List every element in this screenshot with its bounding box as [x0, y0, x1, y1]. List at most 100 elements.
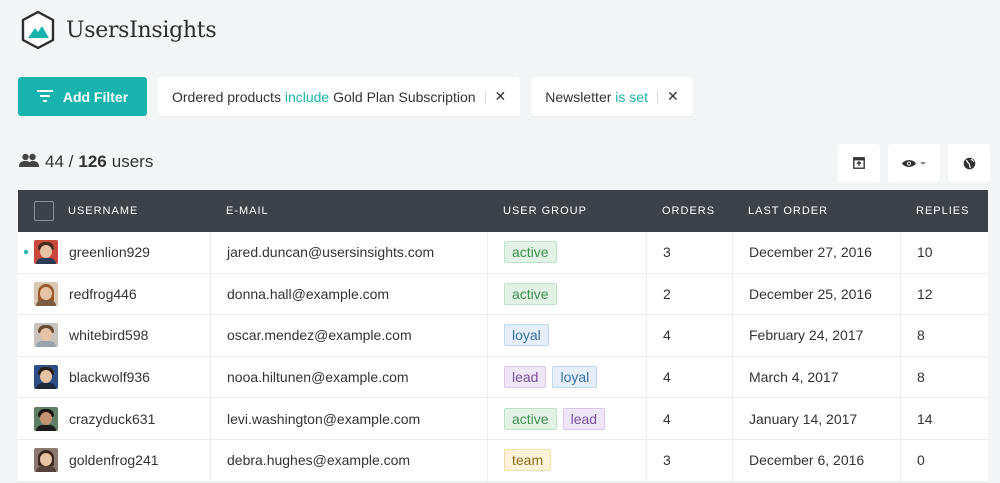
cell-replies: 12 [900, 273, 988, 315]
column-last-order[interactable]: LAST ORDER [732, 190, 900, 232]
email-text: debra.hughes@example.com [227, 452, 411, 469]
map-button[interactable] [948, 144, 990, 182]
filter-operator: include [284, 88, 330, 105]
filter-field: Ordered products [172, 88, 281, 105]
add-filter-button[interactable]: Add Filter [18, 77, 147, 116]
filter-chip-newsletter[interactable]: Newsletter is set ✕ [531, 77, 693, 116]
username-link[interactable]: redfrog446 [69, 286, 137, 302]
column-label: REPLIES [916, 205, 970, 217]
replies-text: 8 [917, 327, 925, 344]
cell-user-group: active [487, 273, 646, 315]
visibility-button[interactable] [888, 144, 940, 182]
export-button[interactable] [838, 144, 880, 182]
cell-user-group: active [487, 232, 646, 273]
cell-username: greenlion929 [18, 232, 210, 273]
group-tag: active [504, 407, 557, 430]
avatar [34, 365, 58, 390]
chip-divider [656, 89, 658, 104]
orders-text: 4 [663, 327, 671, 344]
cell-orders: 2 [646, 273, 732, 315]
orders-text: 4 [663, 369, 671, 386]
avatar [34, 406, 58, 431]
cell-last-order: February 24, 2017 [732, 315, 900, 356]
users-icon [19, 152, 39, 172]
column-label: E-MAIL [226, 205, 269, 217]
cell-username: whitebird598 [18, 315, 210, 356]
table-row[interactable]: blackwolf936 nooa.hiltunen@example.com l… [18, 356, 988, 399]
last-order-text: December 6, 2016 [749, 452, 865, 469]
add-filter-label: Add Filter [62, 88, 129, 105]
cell-replies: 0 [900, 439, 988, 481]
cell-orders: 4 [646, 315, 732, 356]
column-label: USER GROUP [503, 205, 587, 217]
close-icon[interactable]: ✕ [667, 88, 679, 105]
column-replies[interactable]: REPLIES [900, 190, 988, 232]
orders-text: 2 [663, 285, 671, 302]
export-icon [853, 157, 865, 169]
app-logo[interactable]: UsersInsights [18, 10, 217, 50]
column-email[interactable]: E-MAIL [210, 190, 487, 232]
table-row[interactable]: greenlion929 jared.duncan@usersinsights.… [18, 232, 988, 274]
chip-divider [484, 89, 486, 104]
email-text: oscar.mendez@example.com [227, 327, 412, 344]
email-text: levi.washington@example.com [227, 410, 421, 427]
cell-orders: 4 [646, 356, 732, 398]
cell-replies: 10 [900, 232, 988, 273]
cell-last-order: March 4, 2017 [732, 356, 900, 398]
replies-text: 8 [917, 369, 925, 386]
username-link[interactable]: crazyduck631 [69, 411, 155, 427]
cell-replies: 14 [900, 398, 988, 439]
filtered-count: 44 [45, 152, 64, 171]
replies-text: 12 [917, 285, 933, 302]
filter-chip-ordered-products[interactable]: Ordered products include Gold Plan Subsc… [158, 77, 521, 116]
globe-icon [963, 157, 975, 169]
username-link[interactable]: goldenfrog241 [69, 452, 159, 468]
column-orders[interactable]: ORDERS [646, 190, 732, 232]
username-link[interactable]: greenlion929 [69, 244, 150, 260]
cell-email: levi.washington@example.com [210, 398, 487, 439]
online-indicator [24, 250, 28, 255]
cell-replies: 8 [900, 315, 988, 356]
column-user-group[interactable]: USER GROUP [487, 190, 646, 232]
avatar [34, 448, 58, 473]
orders-text: 3 [663, 244, 671, 261]
last-order-text: January 14, 2017 [749, 410, 858, 427]
group-tag: active [504, 241, 557, 264]
table-row[interactable]: crazyduck631 levi.washington@example.com… [18, 398, 988, 440]
username-link[interactable]: whitebird598 [69, 327, 148, 343]
user-count: 44 / 126 users [19, 152, 153, 172]
cell-email: debra.hughes@example.com [210, 439, 487, 481]
cell-orders: 3 [646, 439, 732, 481]
email-text: jared.duncan@usersinsights.com [227, 244, 435, 261]
close-icon[interactable]: ✕ [495, 88, 507, 105]
table-row[interactable]: whitebird598 oscar.mendez@example.com lo… [18, 315, 988, 357]
avatar [34, 240, 58, 265]
column-username[interactable]: USERNAME [18, 190, 210, 232]
username-link[interactable]: blackwolf936 [69, 369, 150, 385]
last-order-text: March 4, 2017 [749, 369, 839, 386]
column-label: ORDERS [662, 205, 716, 217]
select-all-checkbox[interactable] [34, 201, 54, 221]
filter-icon [36, 89, 53, 105]
cell-orders: 3 [646, 232, 732, 273]
cell-username: crazyduck631 [18, 398, 210, 439]
cell-username: goldenfrog241 [18, 440, 210, 481]
app-name: UsersInsights [66, 17, 217, 43]
table-row[interactable]: redfrog446 donna.hall@example.com active… [18, 273, 988, 316]
cell-last-order: December 6, 2016 [732, 439, 900, 481]
group-tag: lead [562, 407, 606, 430]
total-count: 126 [78, 152, 107, 171]
group-tag: active [504, 282, 557, 305]
cell-last-order: December 25, 2016 [732, 273, 900, 315]
group-tag: team [504, 449, 552, 472]
orders-text: 4 [663, 410, 671, 427]
mountain-logo-icon [21, 10, 55, 50]
group-tag: loyal [504, 324, 549, 347]
filter-field: Newsletter [545, 88, 612, 105]
filter-bar: Add Filter Ordered products include Gold… [18, 77, 693, 116]
table-row[interactable]: goldenfrog241 debra.hughes@example.com t… [18, 439, 988, 482]
table-tools [830, 144, 990, 182]
cell-orders: 4 [646, 398, 732, 439]
cell-username: redfrog446 [18, 274, 210, 315]
last-order-text: December 25, 2016 [749, 285, 872, 302]
